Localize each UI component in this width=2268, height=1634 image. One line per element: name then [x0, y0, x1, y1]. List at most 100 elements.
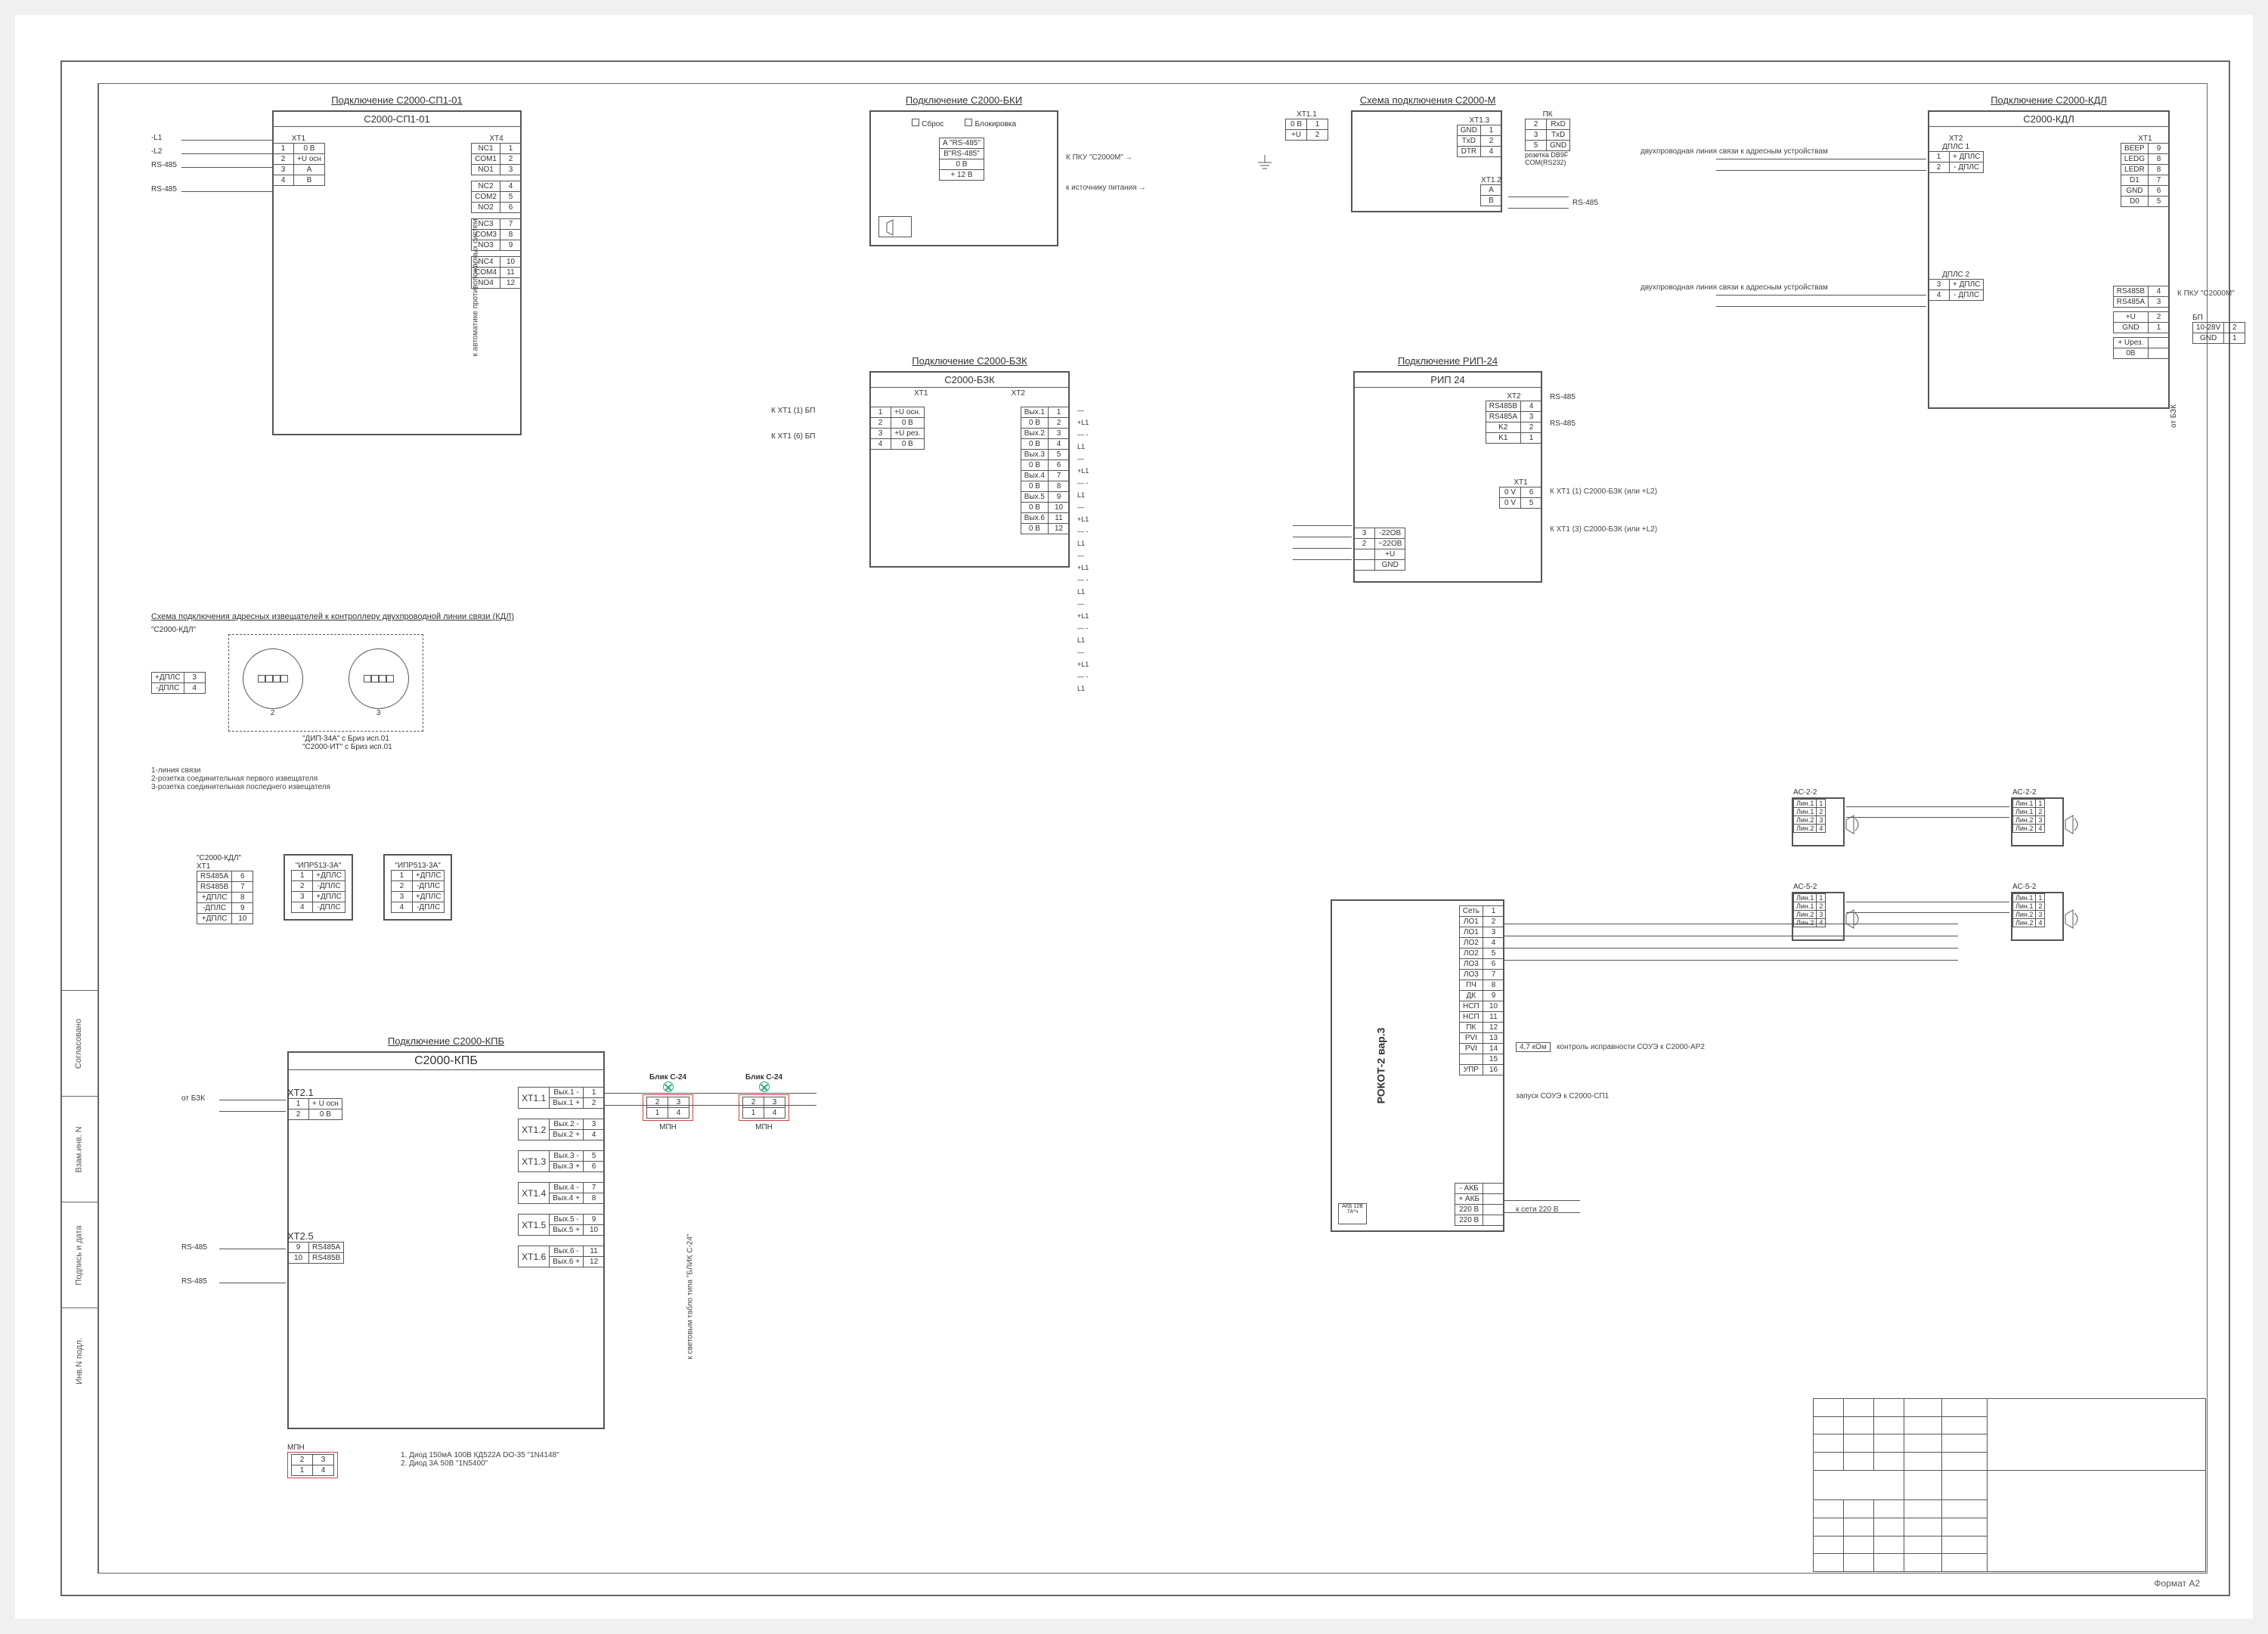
- m-title: Схема подключения С2000-М: [1285, 94, 1570, 106]
- res-label: 4,7 кОм: [1516, 1042, 1551, 1052]
- rip-title: Подключение РИП-24: [1353, 355, 1542, 367]
- rokot-title: РОКОТ-2 вар.3: [1374, 1028, 1387, 1104]
- sp1-left0: -L1: [151, 134, 162, 142]
- bzk-xt1: 1+U осн. 20 В 3+U рез. 40 В: [869, 407, 925, 450]
- m-xt11-hdr: XT1.1: [1285, 110, 1328, 119]
- block-detectors: Схема подключения адресных извещателей к…: [151, 612, 635, 791]
- bzk-title: Подключение С2000-БЗК: [869, 355, 1070, 367]
- m-rs485: RS-485: [1572, 199, 1598, 207]
- det-line2: 3-розетка соединительная последнего изве…: [151, 783, 635, 791]
- kpb-title: Подключение С2000-КПБ: [287, 1035, 605, 1047]
- kdl-xt2b: 3+ ДПЛС 4- ДПЛС: [1928, 279, 1984, 301]
- detector-circle-1: [243, 648, 303, 709]
- akb-icon: АКБ 12В 7А*ч: [1338, 1203, 1367, 1224]
- bki-block: Блокировка: [975, 120, 1017, 128]
- diode-2: 2. Диод 3А 50В "1N5400": [401, 1459, 559, 1468]
- block-s2000m: Схема подключения С2000-М XT1.1 0 В1 +U2…: [1285, 94, 1570, 212]
- side-label-3: Инв.N подл.: [75, 1338, 84, 1385]
- block-ipr: "С2000-КДЛ" XT1 RS485A6 RS485B7 +ДПЛС8 -…: [197, 854, 452, 924]
- horn-icon: [2064, 908, 2085, 930]
- kpb-outs: XT1.1Вых.1 -1 Вых.1 +2 XT1.2Вых.2 -3 Вых…: [518, 1087, 605, 1267]
- speaker-4: АС-5-2 Лин.11 Лин.12 Лин.23 Лин.24: [2011, 892, 2064, 941]
- kpb-l1: RS-485: [181, 1243, 207, 1252]
- side-label-1: Взам.инв. N: [75, 1126, 84, 1172]
- det-kdl: "С2000-КДЛ": [151, 626, 635, 634]
- bki-note-pku: К ПКУ "С2000М": [1066, 153, 1132, 162]
- sp1-xt1-table: 10 В 2+U осн 3A 4B: [272, 143, 325, 186]
- m-xt13-hdr: XT1.3: [1457, 116, 1502, 125]
- kdl-bot: RS485B4 RS485A3 +U2 GND1 + Uрез. 0В: [2113, 286, 2170, 359]
- block-kpb: Подключение С2000-КПБ С2000-КПБ XT2.1 1+…: [287, 1035, 605, 1429]
- bki-reset: Сброс: [922, 120, 943, 128]
- det-title: Схема подключения адресных извещателей к…: [151, 612, 635, 621]
- horn-icon: [2064, 814, 2085, 835]
- kpb-hdr: С2000-КПБ: [289, 1053, 603, 1070]
- side-label-2: Подпись и дата: [75, 1225, 84, 1285]
- kpb-l0: от БЗК: [181, 1094, 205, 1103]
- rip-xt1b: 3-22ОВ 2~22ОВ +U GND: [1353, 528, 1405, 571]
- sp1-xt1-hdr: XT1: [272, 135, 325, 143]
- kdl-bp: 10-28V2 GND1: [2192, 322, 2245, 344]
- mpn-box-1: 2314: [643, 1094, 693, 1121]
- block-bki: Подключение С2000-БКИ Сброс Блокировка A…: [869, 94, 1058, 246]
- ipr-kdl: RS485A6 RS485B7 +ДПЛС8 -ДПЛС9 +ДПЛС10: [197, 871, 253, 924]
- bzk-l0: К XT1 (1) БП: [771, 407, 815, 415]
- mpn-legend: 2314: [287, 1452, 338, 1478]
- sp1-device-title: С2000-СП1-01: [274, 112, 520, 127]
- bzk-l1: К XT1 (6) БП: [771, 432, 815, 441]
- comport: COM(RS232): [1525, 159, 1570, 166]
- blik-label-2: Блик С-24: [739, 1073, 789, 1082]
- speaker-3: АС-5-2 Лин.11 Лин.12 Лин.23 Лин.24: [1792, 892, 1845, 941]
- ipr-box1: 1+ДПЛС 2-ДПЛС 3+ДПЛС 4-ДПЛС: [291, 870, 345, 913]
- pc-hdr: ПК: [1525, 110, 1570, 119]
- kdl-note2: двухпроводная линия связи к адресным уст…: [1641, 283, 1828, 292]
- rokot-table: Сеть1 ЛО12 ЛО13 ЛО24 ЛО25 ЛО36 ЛО37 ПЧ8 …: [1459, 905, 1504, 1075]
- block-bzk: Подключение С2000-БЗК С2000-БЗК XT1XT2 1…: [869, 355, 1070, 568]
- rip-xt2: RS485B4 RS485A3 K22 K11: [1486, 401, 1542, 444]
- block-sp1: Подключение С2000-СП1-01 С2000-СП1-01 XT…: [272, 94, 522, 435]
- diode-1: 1. Диод 150мА 100В КД522А DO-35 "1N4148": [401, 1451, 559, 1459]
- bulb-icon: [663, 1082, 674, 1092]
- sp1-left1: -L2: [151, 147, 162, 156]
- fault-note: контроль исправности СОУЭ к С2000-АР2: [1557, 1043, 1705, 1051]
- blik-label-1: Блик С-24: [643, 1073, 693, 1082]
- block-kdl: Подключение С2000-КДЛ С2000-КДЛ XT2 ДПЛС…: [1928, 94, 2170, 409]
- kdl-xt1: BEEP9 LEDG8 LEDR8 D17 GND6 D05: [2121, 143, 2170, 207]
- gnd-icon: [1255, 155, 1275, 177]
- rip-hdr: РИП 24: [1355, 373, 1541, 388]
- bulb-icon-2: [759, 1082, 770, 1092]
- bki-speaker-icon: [878, 216, 912, 237]
- side-strip: Согласовано Взам.инв. N Подпись и дата И…: [60, 83, 98, 1574]
- format-label: Формат A2: [2154, 1578, 2200, 1589]
- speaker-2: АС-2-2 Лин.11 Лин.12 Лин.23 Лин.24: [2011, 797, 2064, 846]
- bki-note-power: к источнику питания: [1066, 184, 1146, 192]
- kdl-pku: К ПКУ "С2000М": [2177, 289, 2235, 298]
- rip-xt1: 0 V6 0 V5: [1499, 487, 1542, 509]
- m-xt13: GND1 TxD2 DTR4: [1457, 125, 1502, 157]
- det-kdl-terms: +ДПЛС3-ДПЛС4: [151, 672, 206, 694]
- kpb-l2: RS-485: [181, 1277, 207, 1286]
- sp1-left3: RS-485: [151, 185, 177, 193]
- detector-circle-2: [349, 648, 409, 709]
- m-xt12-hdr: XT1.2: [1480, 176, 1502, 184]
- speaker-1: АС-2-2 Лин.11 Лин.12 Лин.23 Лин.24: [1792, 797, 1845, 846]
- mpn-box-2: 2314: [739, 1094, 789, 1121]
- title-block: [1813, 1398, 2206, 1572]
- kdl-bp-label: БП: [2192, 314, 2245, 322]
- sp1-xt4-hdr: XT4: [471, 135, 522, 143]
- drawing-sheet: Согласовано Взам.инв. N Подпись и дата И…: [15, 15, 2253, 1619]
- det-line0: 1-линия связи: [151, 766, 635, 775]
- db9: розетка DB9F: [1525, 151, 1570, 159]
- sp1-left2: RS-485: [151, 161, 177, 169]
- ipr-box2: 1+ДПЛС 2-ДПЛС 3+ДПЛС 4-ДПЛС: [391, 870, 445, 913]
- rip-rs1: RS-485: [1550, 393, 1576, 401]
- rip-rs2: RS-485: [1550, 419, 1576, 428]
- bki-title: Подключение С2000-БКИ: [869, 94, 1058, 106]
- start-note: запуск СОУЭ к С2000-СП1: [1516, 1092, 1609, 1100]
- det-it: "С2000-ИТ" с Бриз исп.01: [302, 743, 635, 751]
- bzk-hdr: С2000-БЗК: [871, 373, 1068, 388]
- block-rokot: РОКОТ-2 вар.3 Сеть1 ЛО12 ЛО13 ЛО24 ЛО25 …: [1331, 899, 1504, 1232]
- det-dip: "ДИП-34А" с Бриз исп.01: [302, 735, 635, 743]
- bzk-right-suffixes: — +L1— -L1 — +L1— -L1 — +L1— -L1 — +L1— …: [1077, 404, 1089, 695]
- sp1-rightnote: к автоматике противопожарных систем: [472, 219, 480, 357]
